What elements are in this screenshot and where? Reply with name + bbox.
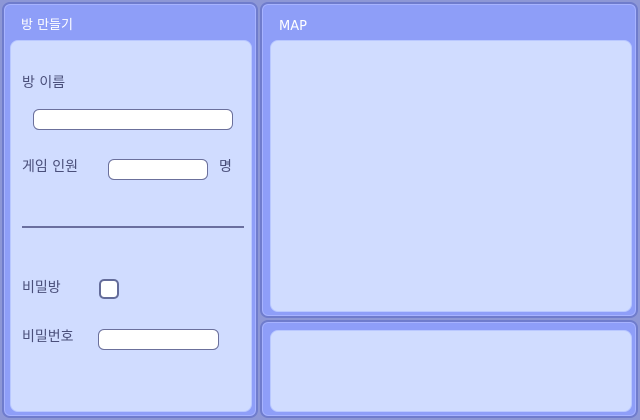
bottom-panel xyxy=(260,320,638,418)
room-create-title: 방 만들기 xyxy=(21,18,73,33)
room-name-input[interactable] xyxy=(33,109,233,130)
section-divider xyxy=(22,226,244,228)
room-create-panel: 방 만들기 방 이름 게임 인원 명 비밀방 비밀번호 xyxy=(2,2,258,418)
map-area[interactable] xyxy=(270,40,632,312)
private-room-checkbox[interactable] xyxy=(99,279,119,299)
room-name-label: 방 이름 xyxy=(22,75,66,91)
players-input[interactable] xyxy=(108,159,208,180)
players-label: 게임 인원 xyxy=(22,159,78,175)
map-panel: MAP xyxy=(260,2,638,318)
players-unit-label: 명 xyxy=(219,159,232,175)
password-input[interactable] xyxy=(98,329,219,350)
room-create-content: 방 이름 게임 인원 명 비밀방 비밀번호 xyxy=(10,40,252,412)
map-title: MAP xyxy=(279,19,307,34)
private-room-label: 비밀방 xyxy=(22,280,61,296)
bottom-panel-content xyxy=(270,330,632,412)
password-label: 비밀번호 xyxy=(22,329,74,345)
